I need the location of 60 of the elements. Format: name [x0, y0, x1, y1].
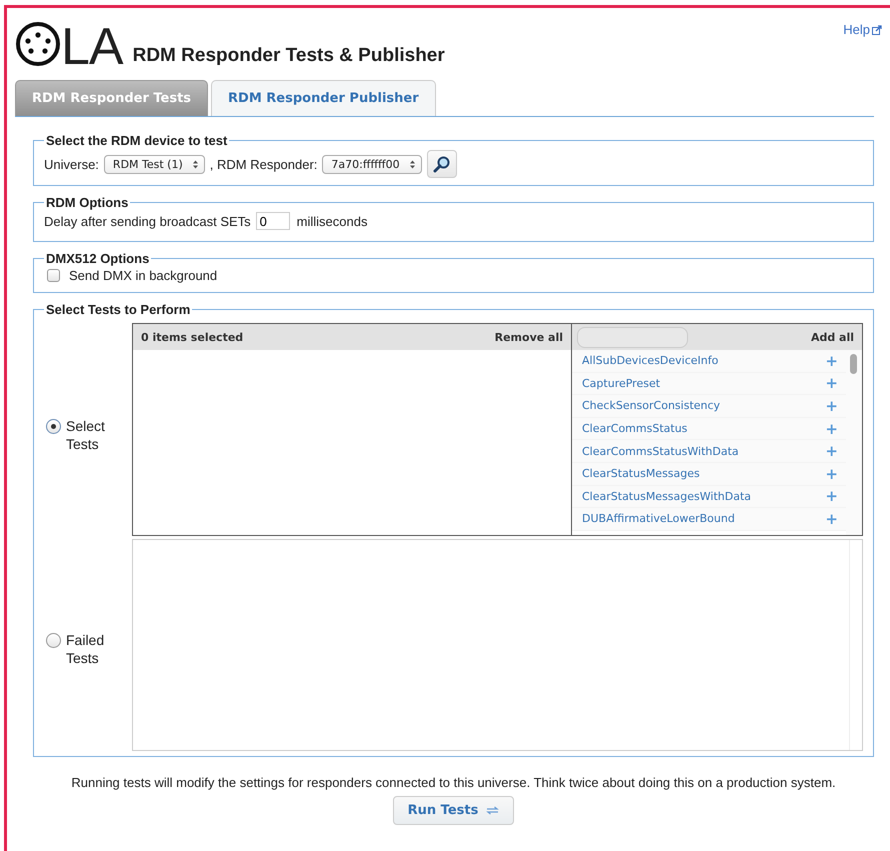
test-item[interactable]: CapturePreset +: [572, 372, 846, 396]
connector-logo-icon: [15, 21, 61, 67]
section-legend: RDM Options: [44, 195, 130, 210]
test-name: AllSubDevicesDeviceInfo: [582, 354, 718, 368]
add-icon[interactable]: +: [825, 487, 838, 506]
delay-field[interactable]: 0: [256, 212, 290, 230]
test-item[interactable]: ClearStatusMessages +: [572, 462, 846, 486]
remove-all-link[interactable]: Remove all: [494, 330, 563, 344]
selected-count: 0 items selected: [141, 330, 244, 344]
unit-label: milliseconds: [296, 214, 368, 228]
radio-button[interactable]: [46, 633, 61, 648]
add-icon[interactable]: +: [825, 510, 838, 528]
test-name: DUBAffirmativeLowerBound: [582, 512, 735, 526]
test-item[interactable]: ClearCommsStatusWithData +: [572, 440, 846, 463]
filter-field[interactable]: [577, 326, 688, 348]
page-title: RDM Responder Tests & Publisher: [132, 45, 445, 67]
tab[interactable]: RDM Responder Tests: [15, 80, 208, 116]
test-item[interactable]: AllSubDevicesDeviceInfo +: [572, 350, 846, 373]
add-icon[interactable]: +: [825, 352, 838, 370]
checkbox[interactable]: [47, 269, 60, 282]
add-icon[interactable]: +: [825, 420, 838, 438]
responder-label: , RDM Responder:: [210, 156, 318, 172]
test-name: CheckSensorConsistency: [582, 399, 720, 412]
tab[interactable]: RDM Responder Publisher: [211, 80, 436, 116]
delay-label: Delay after sending broadcast SETs: [44, 214, 251, 228]
radio-label: Select Tests: [66, 417, 106, 453]
test-name: ClearCommsStatusWithData: [582, 444, 739, 458]
test-item[interactable]: ClearCommsStatus +: [572, 418, 846, 440]
test-item[interactable]: DUBAffirmativeLowerBound +: [572, 508, 846, 531]
section-legend: Select the RDM device to test: [44, 133, 230, 148]
add-icon[interactable]: +: [825, 396, 838, 415]
swap-arrows-icon: [486, 806, 500, 815]
add-all-link[interactable]: Add all: [810, 330, 854, 344]
add-icon[interactable]: +: [825, 464, 838, 483]
external-link-icon: [872, 24, 882, 34]
universe-select[interactable]: RDM Test (1): [104, 154, 205, 174]
help-link[interactable]: Help: [843, 22, 882, 37]
test-name: ClearStatusMessagesWithData: [582, 490, 752, 503]
search-button[interactable]: [426, 150, 457, 178]
test-name: ClearCommsStatus: [582, 422, 688, 436]
add-icon[interactable]: +: [825, 374, 838, 392]
logo-text: LA: [61, 24, 123, 70]
section-legend: DMX512 Options: [44, 251, 152, 266]
warning-text: Running tests will modify the settings for responders connected to this universe. Think twice about doing this on a production system.: [70, 775, 837, 790]
test-item[interactable]: CheckSensorConsistency +: [572, 395, 846, 418]
test-name: CapturePreset: [582, 376, 660, 390]
section-legend: Select Tests to Perform: [44, 302, 192, 317]
universe-label: Universe:: [44, 156, 99, 172]
search-icon: [432, 155, 451, 173]
radio-button[interactable]: [46, 419, 61, 434]
add-icon[interactable]: +: [825, 442, 838, 460]
scrollbar-thumb[interactable]: [850, 354, 857, 374]
test-item[interactable]: ClearStatusMessagesWithData +: [572, 486, 846, 508]
run-tests-button[interactable]: Run Tests: [392, 796, 514, 825]
responder-select[interactable]: 7a70:ffffff00: [322, 154, 422, 174]
stepper-icon: [410, 160, 415, 168]
checkbox-label: Send DMX in background: [69, 268, 218, 283]
stepper-icon: [192, 160, 198, 168]
radio-label: Failed Tests: [66, 631, 106, 667]
test-name: ClearStatusMessages: [582, 467, 700, 480]
